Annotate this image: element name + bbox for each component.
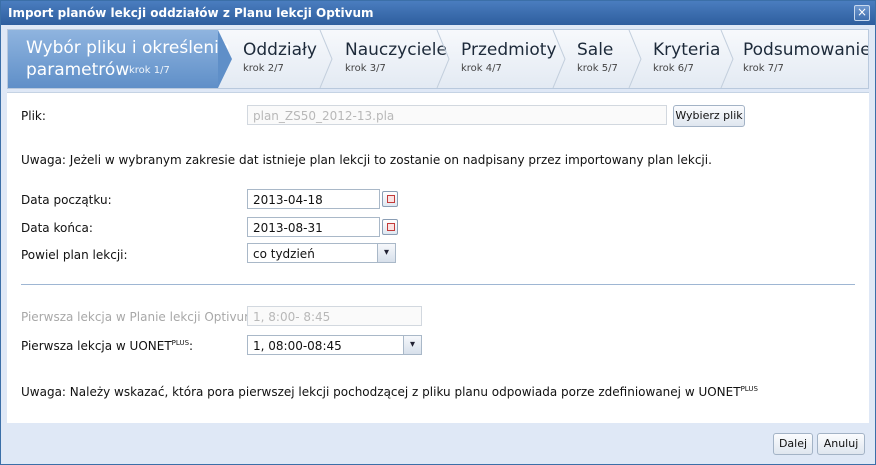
dialog-footer: Dalej Anuluj <box>1 425 875 464</box>
step-number: krok 6/7 <box>653 63 694 74</box>
next-button[interactable]: Dalej <box>773 433 813 455</box>
start-date-input[interactable]: 2013-04-18 <box>247 189 380 209</box>
title-bar: Import planów lekcji oddziałów z Planu l… <box>1 1 875 25</box>
step-separator-icon <box>319 30 333 88</box>
step-number: krok 1/7 <box>129 65 170 76</box>
import-dialog: Import planów lekcji oddziałów z Planu l… <box>0 0 876 465</box>
step-label-line2: parametrów <box>26 60 130 80</box>
dialog-title: Import planów lekcji oddziałów z Planu l… <box>8 6 374 20</box>
step-label: Nauczyciele <box>345 40 447 60</box>
step-label: Kryteria <box>653 40 721 60</box>
step-file-selection[interactable]: Wybór pliku i określenie parametrów krok… <box>8 30 229 88</box>
close-button[interactable]: × <box>854 5 870 21</box>
step-separator-icon <box>552 30 566 88</box>
step-separator-icon <box>436 30 450 88</box>
end-date-label: Data końca: <box>21 221 93 235</box>
calendar-icon[interactable] <box>382 191 398 207</box>
first-lesson-optivum-field: 1, 8:00- 8:45 <box>247 306 422 326</box>
chevron-down-icon[interactable]: ▾ <box>403 336 421 354</box>
repeat-plan-label: Powiel plan lekcji: <box>21 248 128 262</box>
start-date-label: Data początku: <box>21 193 112 207</box>
step-number: krok 7/7 <box>743 63 784 74</box>
first-lesson-uonet-value: 1, 08:00-08:45 <box>253 339 342 353</box>
repeat-plan-select[interactable]: co tydzień ▾ <box>247 243 396 263</box>
first-lesson-uonet-label: Pierwsza lekcja w UONETPLUS: <box>21 339 194 353</box>
wizard-steps: Wybór pliku i określenie parametrów krok… <box>7 29 869 89</box>
file-path-field: plan_ZS50_2012-13.pla <box>247 105 667 125</box>
step-label: Wybór pliku i określenie <box>26 38 230 58</box>
step-number: krok 4/7 <box>461 63 502 74</box>
step-number: krok 3/7 <box>345 63 386 74</box>
calendar-icon[interactable] <box>382 219 398 235</box>
cancel-button[interactable]: Anuluj <box>817 433 865 455</box>
close-icon: × <box>856 5 868 19</box>
divider <box>21 284 855 285</box>
step-number: krok 2/7 <box>243 63 284 74</box>
first-lesson-optivum-label: Pierwsza lekcja w Planie lekcji Optivum: <box>21 310 260 324</box>
step-label: Sale <box>577 40 614 60</box>
file-label: Plik: <box>21 109 46 123</box>
step-separator-icon <box>628 30 642 88</box>
step-label: Oddziały <box>243 40 317 60</box>
step-separator-icon <box>218 30 232 88</box>
step-label: Podsumowanie <box>743 40 869 60</box>
form-panel: Plik: plan_ZS50_2012-13.pla Wybierz plik… <box>7 92 869 423</box>
chevron-down-icon[interactable]: ▾ <box>377 244 395 262</box>
step-summary[interactable]: Podsumowanie krok 7/7 <box>743 30 869 88</box>
choose-file-button[interactable]: Wybierz plik <box>673 105 745 127</box>
overwrite-warning: Uwaga: Jeżeli w wybranym zakresie dat is… <box>21 153 712 167</box>
repeat-plan-value: co tydzień <box>253 247 315 261</box>
step-separator-icon <box>720 30 734 88</box>
step-label: Przedmioty <box>461 40 557 60</box>
end-date-input[interactable]: 2013-08-31 <box>247 217 380 237</box>
step-number: krok 5/7 <box>577 63 618 74</box>
lesson-mapping-warning: Uwaga: Należy wskazać, która pora pierws… <box>21 385 758 399</box>
first-lesson-uonet-select[interactable]: 1, 08:00-08:45 ▾ <box>247 335 422 355</box>
